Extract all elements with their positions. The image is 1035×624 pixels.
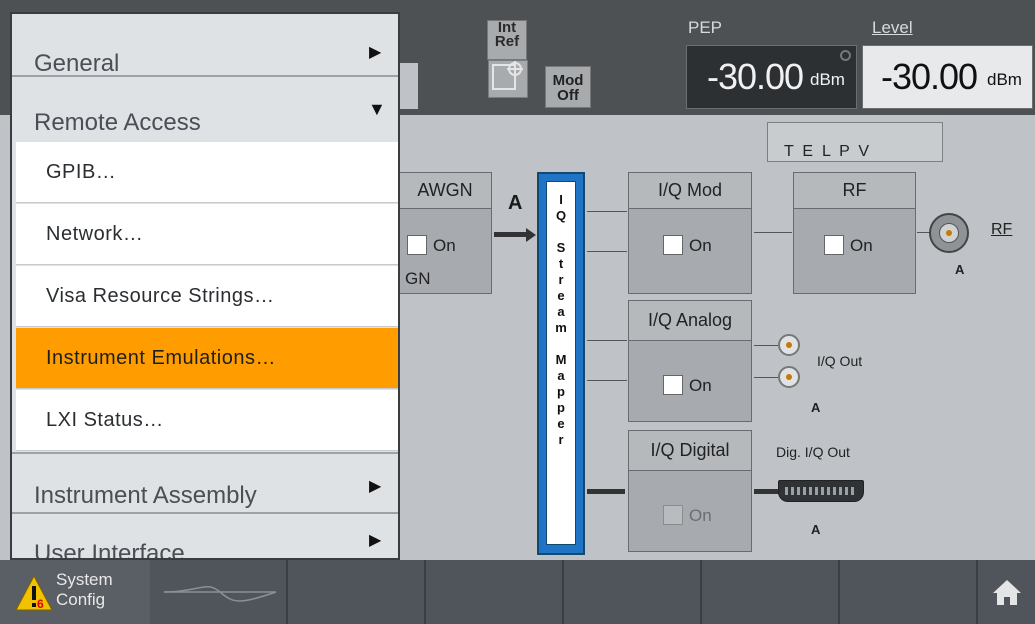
iq-digital-on-label: On <box>689 506 712 525</box>
menu-remote-access[interactable]: Remote Access ▼ <box>12 81 398 142</box>
menu-item-lxi-status[interactable]: LXI Status… <box>16 390 398 451</box>
awgn-to-mapper-line <box>494 232 528 237</box>
line <box>587 489 625 494</box>
system-config-button[interactable]: 6 System Config <box>0 560 150 624</box>
int-ref-label[interactable]: Int Ref <box>487 20 527 60</box>
pep-unit: dBm <box>810 70 845 89</box>
menu-scrollbar-thumb[interactable] <box>398 14 400 384</box>
ref-clock-icon[interactable] <box>488 60 528 98</box>
level-input[interactable]: -30.00 dBm <box>862 45 1033 109</box>
divider <box>286 560 288 624</box>
iq-out-a-label: A <box>811 400 821 415</box>
iq-digital-block[interactable]: I/Q Digital On <box>628 430 752 552</box>
iq-mod-title: I/Q Mod <box>629 173 751 209</box>
chevron-right-icon: ▶ <box>369 44 382 61</box>
awgn-on-label: On <box>433 236 456 255</box>
level-unit: dBm <box>987 70 1022 89</box>
menu-scrollbar[interactable] <box>398 14 400 558</box>
iq-mod-on-label: On <box>689 236 712 255</box>
iq-stream-mapper-label: I Q S t r e a m M a p p e r <box>546 181 576 545</box>
telpv-box[interactable]: T E L P V <box>767 122 943 162</box>
menu-item-network[interactable]: Network… <box>16 204 398 265</box>
rf-block[interactable]: RF On <box>793 172 916 294</box>
chevron-down-icon: ▼ <box>368 99 386 119</box>
telpv-label: T E L P V <box>784 143 870 160</box>
home-button[interactable] <box>978 560 1035 624</box>
warning-icon <box>15 574 53 611</box>
iq-out-q-connector-icon <box>778 366 800 388</box>
iq-mod-block[interactable]: I/Q Mod On <box>628 172 752 294</box>
iq-out-label: I/Q Out <box>817 353 863 369</box>
hidden-field-edge <box>398 63 418 109</box>
pep-label: PEP <box>688 18 723 37</box>
rf-on-label: On <box>850 236 873 255</box>
menu-instrument-assembly-label: Instrument Assembly <box>34 482 257 509</box>
line <box>754 345 778 346</box>
line <box>587 211 627 212</box>
menu-instrument-assembly[interactable]: Instrument Assembly ▶ <box>12 452 398 514</box>
iq-digital-checkbox[interactable] <box>663 505 683 525</box>
rf-checkbox[interactable] <box>824 235 844 255</box>
awgn-block[interactable]: AWGN On GN <box>398 172 492 294</box>
iq-analog-checkbox[interactable] <box>663 375 683 395</box>
menu-general-label: General <box>34 50 120 77</box>
disabled-icon <box>840 50 851 61</box>
menu-general[interactable]: General ▶ <box>12 14 398 77</box>
line <box>587 380 627 381</box>
rf-connector-icon[interactable] <box>929 213 969 253</box>
line <box>587 251 627 252</box>
divider <box>424 560 426 624</box>
arrow-icon <box>526 228 536 242</box>
line <box>754 377 778 378</box>
digital-connector-icon <box>778 480 864 502</box>
waveform-icon <box>163 585 277 602</box>
line <box>754 232 792 233</box>
chevron-right-icon: ▶ <box>369 532 382 549</box>
iq-analog-on-label: On <box>689 376 712 395</box>
rf-a-label: A <box>955 262 965 277</box>
divider <box>838 560 840 624</box>
menu-item-visa-resource-strings[interactable]: Visa Resource Strings… <box>16 266 398 327</box>
iq-out-i-connector-icon <box>778 334 800 356</box>
iq-digital-title: I/Q Digital <box>629 431 751 471</box>
iq-analog-block[interactable]: I/Q Analog On <box>628 300 752 422</box>
rf-title: RF <box>794 173 915 209</box>
system-config-menu[interactable]: General ▶ Remote Access ▼ GPIB… Network…… <box>10 12 400 560</box>
dig-a-label: A <box>811 522 821 537</box>
menu-user-interface[interactable]: User Interface ▶ <box>12 514 398 560</box>
system-config-label: System Config <box>56 570 113 609</box>
line <box>754 489 780 494</box>
pep-display[interactable]: -30.00 dBm <box>686 45 857 109</box>
divider <box>700 560 702 624</box>
awgn-sub-label: GN <box>405 269 431 288</box>
menu-remote-access-label: Remote Access <box>34 109 201 136</box>
chevron-right-icon: ▶ <box>369 478 382 495</box>
line <box>587 340 627 341</box>
pep-value: -30.00 <box>707 56 804 97</box>
level-label[interactable]: Level <box>872 18 913 38</box>
menu-item-instrument-emulations[interactable]: Instrument Emulations… <box>16 328 398 389</box>
menu-item-gpib[interactable]: GPIB… <box>16 142 398 203</box>
iq-mod-checkbox[interactable] <box>663 235 683 255</box>
awgn-checkbox[interactable] <box>407 235 427 255</box>
signal-graphic-button[interactable] <box>150 560 286 624</box>
iq-analog-title: I/Q Analog <box>629 301 751 341</box>
dig-iq-out-label: Dig. I/Q Out <box>776 444 850 460</box>
level-value: -30.00 <box>881 56 978 97</box>
rf-link[interactable]: RF <box>991 221 1012 239</box>
mod-off-button[interactable]: Mod Off <box>545 66 591 108</box>
awgn-title: AWGN <box>399 173 491 209</box>
home-icon <box>993 580 1021 605</box>
divider <box>562 560 564 624</box>
warning-count: 6 <box>37 597 44 611</box>
menu-user-interface-label: User Interface <box>34 540 185 560</box>
path-a-label: A <box>508 192 523 214</box>
